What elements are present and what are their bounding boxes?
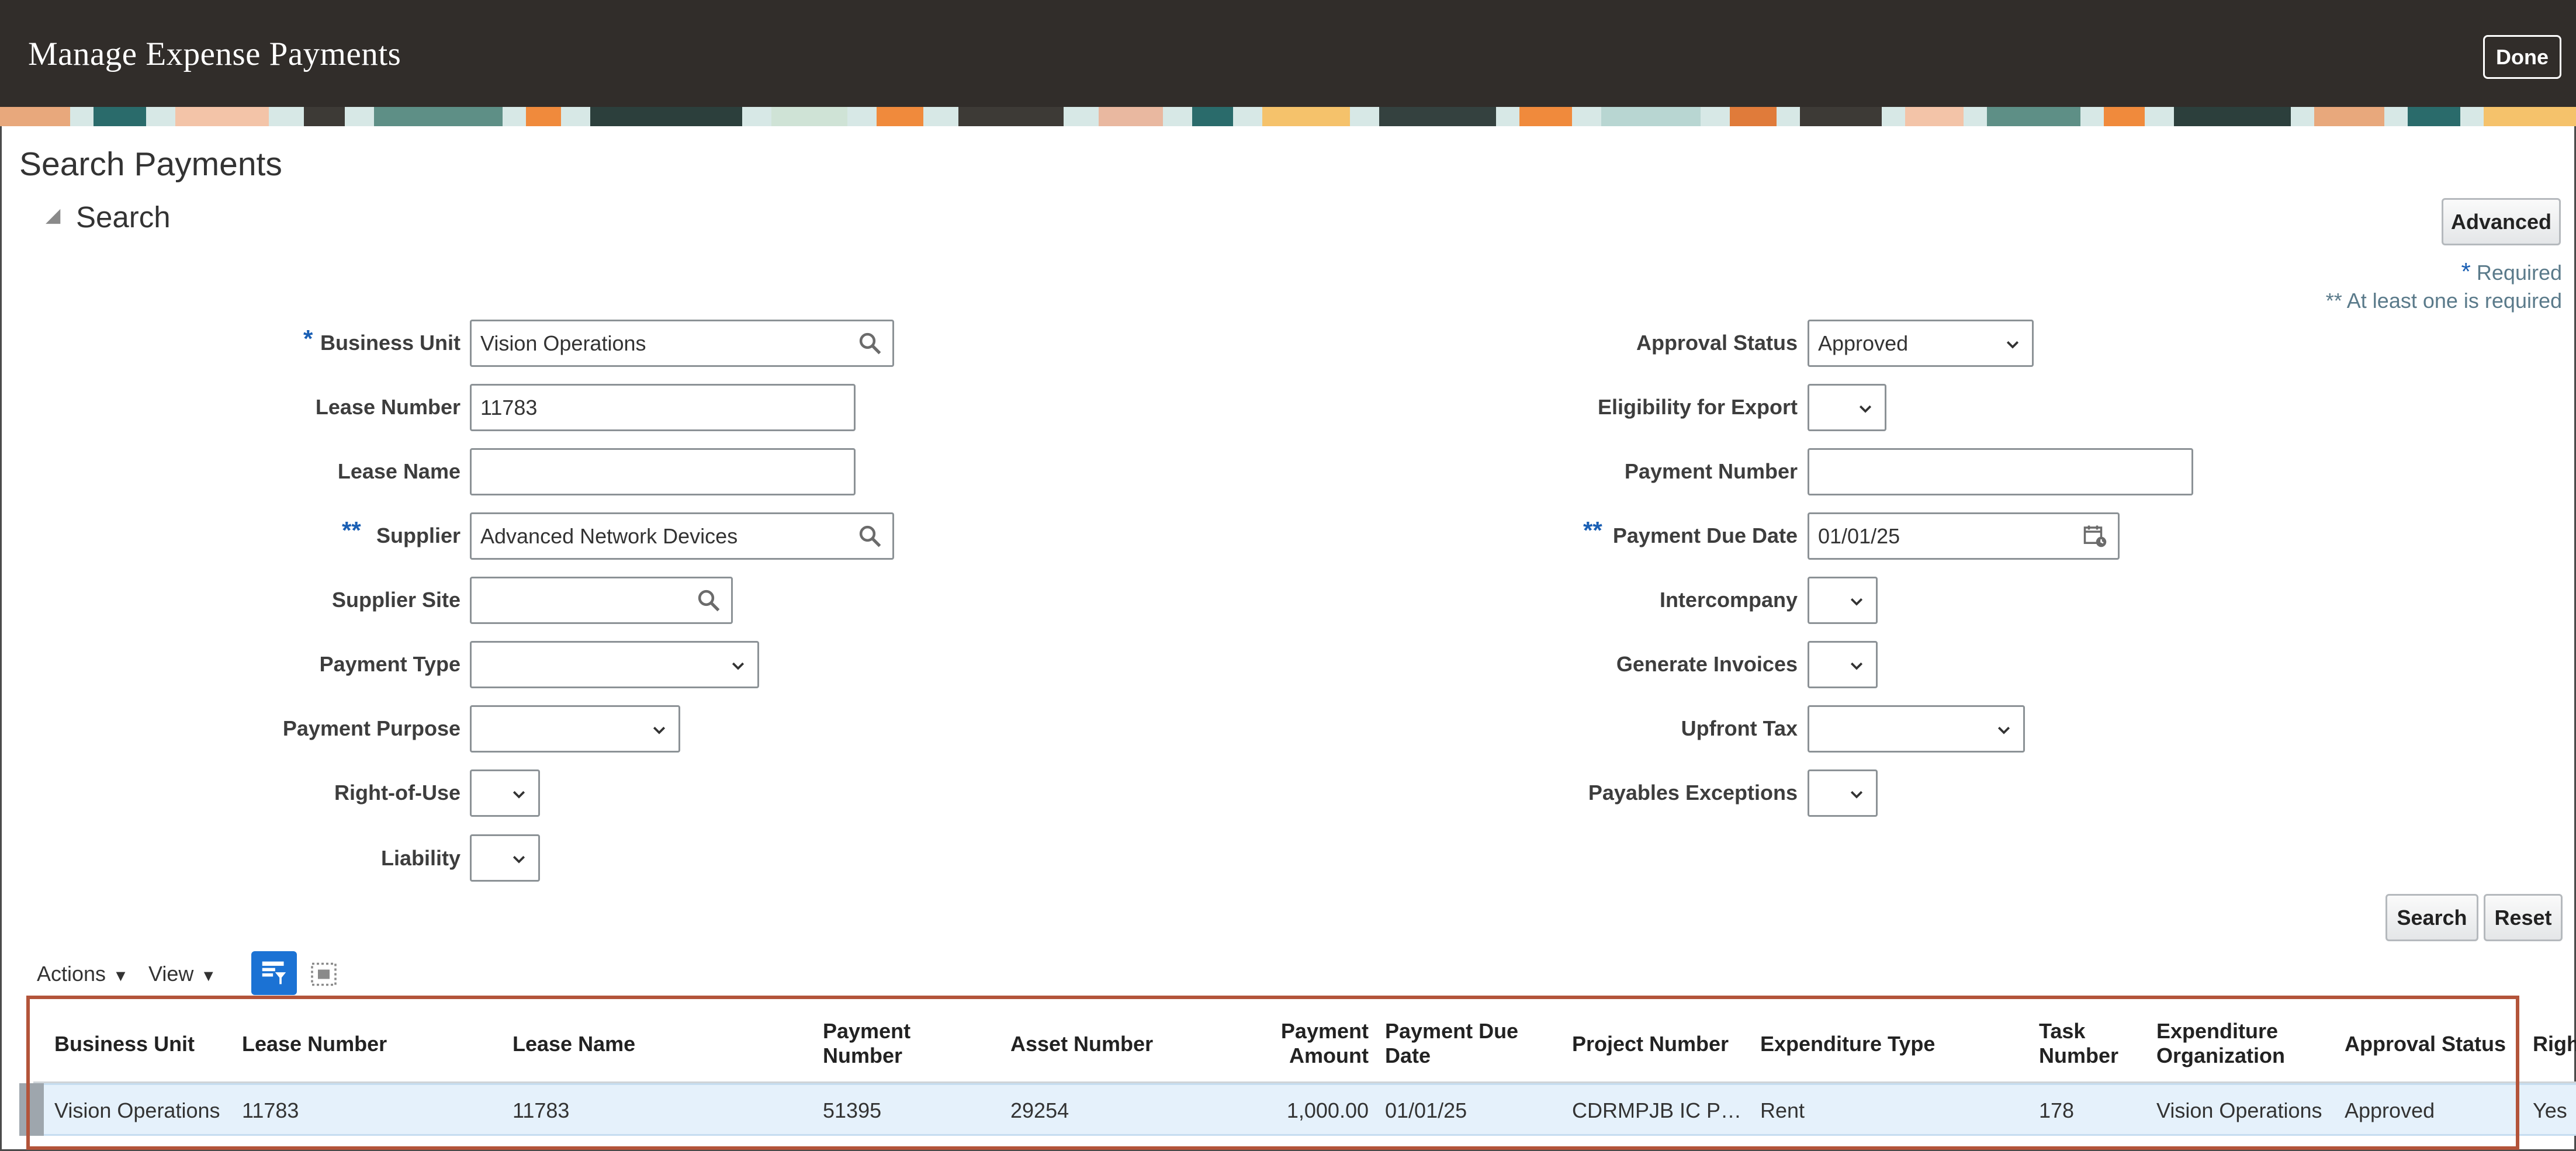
lease-number-input[interactable]: 11783	[470, 384, 856, 431]
actions-menu[interactable]: Actions ▼	[37, 962, 129, 986]
payment-purpose-label: Payment Purpose	[282, 716, 461, 740]
supplier-site-label: Supplier Site	[331, 588, 461, 612]
window-frame	[0, 0, 2576, 1151]
business-unit-label: Business Unit	[320, 331, 461, 355]
app-header: Manage Expense Payments Done	[0, 0, 2576, 107]
required-star-business-unit: *	[303, 325, 313, 352]
right-of-use-label: Right-of-Use	[334, 781, 461, 805]
payables-exceptions-label: Payables Exceptions	[1588, 781, 1798, 805]
supplier-label: Supplier	[376, 524, 461, 547]
liability-select[interactable]	[470, 834, 540, 882]
payment-type-label: Payment Type	[319, 652, 461, 676]
chevron-down-icon	[513, 791, 525, 799]
chevron-down-icon	[1850, 598, 1863, 606]
required-label: Required	[2476, 261, 2562, 285]
search-button[interactable]: Search	[2385, 894, 2478, 941]
payment-number-label: Payment Number	[1624, 459, 1798, 483]
cell-right-of-use: Yes	[2533, 1098, 2567, 1122]
right-of-use-select[interactable]	[470, 769, 540, 817]
upfront-tax-label: Upfront Tax	[1681, 716, 1798, 740]
approval-status-select[interactable]: Approved	[1808, 320, 2034, 367]
double-star-payment-due-date: **	[1583, 516, 1602, 544]
chevron-down-icon	[513, 855, 525, 864]
collapse-triangle-icon[interactable]: ◢	[46, 203, 60, 226]
page-title: Search Payments	[19, 145, 282, 183]
column-header-right-of-use[interactable]: Righ	[2533, 1032, 2576, 1056]
eligibility-for-export-label: Eligibility for Export	[1597, 395, 1798, 419]
lease-name-input[interactable]	[470, 448, 856, 495]
generate-invoices-select[interactable]	[1808, 641, 1878, 688]
caret-down-icon: ▼	[113, 967, 129, 984]
chevron-down-icon	[1859, 405, 1872, 413]
lease-number-label: Lease Number	[315, 395, 461, 419]
intercompany-select[interactable]	[1808, 577, 1878, 624]
highlight-box	[26, 996, 2519, 1150]
payment-due-date-input[interactable]: 01/01/25	[1808, 512, 2120, 560]
chevron-down-icon	[1850, 791, 1863, 799]
search-icon[interactable]	[857, 524, 882, 548]
search-section-title[interactable]: Search	[76, 200, 171, 234]
double-star-supplier: **	[342, 516, 361, 544]
lease-name-label: Lease Name	[337, 459, 461, 483]
advanced-button[interactable]: Advanced	[2442, 198, 2561, 245]
calendar-icon[interactable]	[2083, 524, 2107, 548]
payment-purpose-select[interactable]	[470, 705, 680, 753]
at-least-one-label: ** At least one is required	[2325, 289, 2562, 313]
business-unit-input[interactable]: Vision Operations	[470, 320, 894, 367]
search-icon[interactable]	[857, 331, 882, 355]
required-star-glyph: *	[2461, 258, 2471, 285]
upfront-tax-select[interactable]	[1808, 705, 2025, 753]
eligibility-for-export-select[interactable]	[1808, 384, 1886, 431]
payment-due-date-label: Payment Due Date	[1612, 524, 1798, 547]
payables-exceptions-select[interactable]	[1808, 769, 1878, 817]
chevron-down-icon	[732, 662, 745, 670]
app-title: Manage Expense Payments	[28, 36, 401, 72]
intercompany-label: Intercompany	[1659, 588, 1798, 612]
chevron-down-icon	[653, 726, 666, 734]
payment-type-select[interactable]	[470, 641, 759, 688]
reset-button[interactable]: Reset	[2484, 894, 2563, 941]
approval-status-label: Approval Status	[1636, 331, 1798, 355]
freeze-columns-button[interactable]	[251, 951, 297, 995]
caret-down-icon: ▼	[200, 967, 217, 984]
chevron-down-icon	[2006, 341, 2019, 349]
generate-invoices-label: Generate Invoices	[1616, 652, 1798, 676]
detach-icon[interactable]	[310, 961, 338, 987]
payment-number-input[interactable]	[1808, 448, 2193, 495]
search-icon[interactable]	[696, 588, 721, 612]
freeze-icon	[262, 961, 286, 984]
supplier-input[interactable]: Advanced Network Devices	[470, 512, 894, 560]
decorative-banner	[0, 107, 2576, 126]
required-legend: * Required ** At least one is required	[2326, 258, 2562, 315]
liability-label: Liability	[380, 846, 461, 870]
view-menu[interactable]: View ▼	[148, 962, 216, 986]
supplier-site-input[interactable]	[470, 577, 733, 624]
chevron-down-icon	[1850, 662, 1863, 670]
done-button[interactable]: Done	[2483, 35, 2561, 79]
chevron-down-icon	[1997, 726, 2010, 734]
